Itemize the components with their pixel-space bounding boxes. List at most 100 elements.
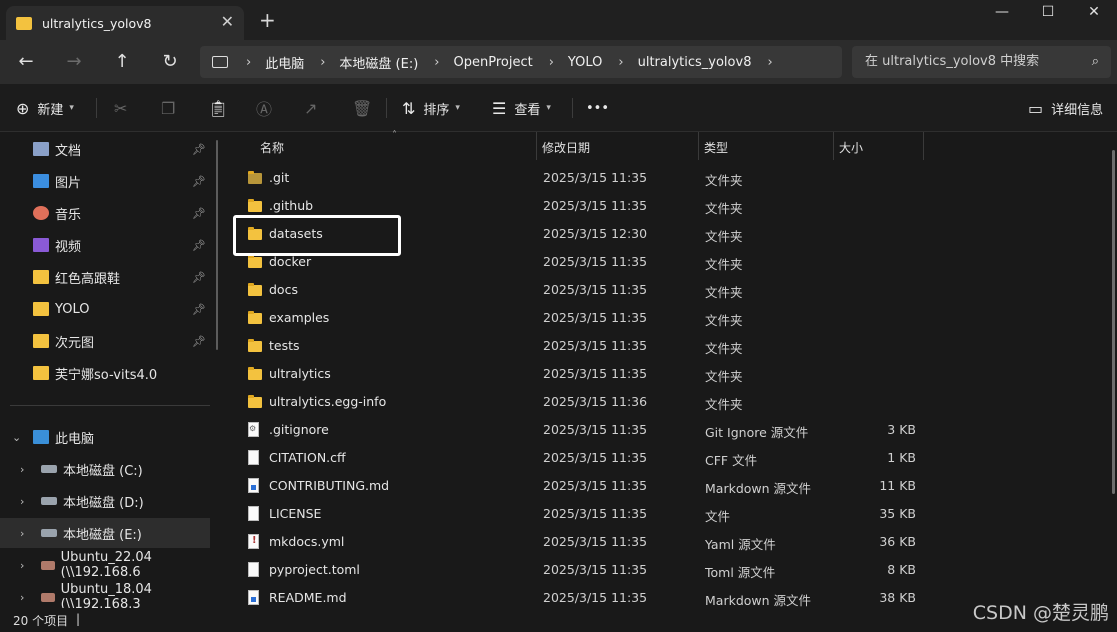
sidebar-scrollbar[interactable] [216, 140, 218, 350]
cut-button[interactable]: ✂ [114, 94, 135, 122]
drive-icon [41, 497, 57, 505]
column-modified[interactable]: 修改日期 [542, 139, 590, 156]
file-row[interactable]: pyproject.toml 2025/3/15 11:35 Toml 源文件 8 K… [230, 556, 1100, 584]
file-icon [248, 534, 262, 550]
file-list-scrollbar[interactable] [1112, 150, 1115, 494]
sidebar-item-videos[interactable]: 视频 📌︎ [0, 230, 210, 260]
file-row[interactable]: .git 2025/3/15 11:35 文件夹 [230, 164, 1100, 192]
breadcrumb-openproject[interactable]: OpenProject [454, 55, 533, 70]
file-size: 35 KB [879, 506, 916, 521]
column-type[interactable]: 类型 [704, 139, 728, 156]
breadcrumb-drive-e[interactable]: 本地磁盘 (E:) [339, 53, 418, 72]
new-button[interactable]: ⊕ 新建 ▾ [16, 94, 74, 122]
copy-button[interactable]: ❐ [161, 94, 183, 122]
sidebar-item-red-heels[interactable]: 红色高跟鞋 📌︎ [0, 262, 210, 292]
file-name: mkdocs.yml [269, 534, 345, 549]
share-button[interactable]: ↗ [304, 94, 325, 122]
file-name: CITATION.cff [269, 450, 346, 465]
sidebar-item-music[interactable]: 音乐 📌︎ [0, 198, 210, 228]
chevron-right-icon[interactable]: › [20, 495, 24, 508]
rename-button[interactable]: Ⓐ [256, 94, 280, 122]
drive-icon [41, 465, 57, 473]
pin-icon[interactable]: 📌︎ [192, 335, 206, 348]
sidebar-item-this-pc[interactable]: ⌄ 此电脑 [0, 422, 210, 452]
file-date: 2025/3/15 11:35 [543, 422, 648, 437]
file-row[interactable]: docs 2025/3/15 11:35 文件夹 [230, 276, 1100, 304]
sidebar-item-label: 红色高跟鞋 [55, 271, 121, 287]
breadcrumb-yolo[interactable]: YOLO [568, 55, 602, 70]
folder-icon [248, 338, 262, 354]
paste-button[interactable]: 📋︎ [208, 94, 236, 122]
sidebar-item-drive-d[interactable]: › 本地磁盘 (D:) [0, 486, 210, 516]
column-name[interactable]: 名称 [260, 139, 284, 156]
details-pane-button[interactable]: ▭ 详细信息 [1028, 94, 1103, 122]
chevron-right-icon[interactable]: › [767, 55, 772, 70]
maximize-button[interactable]: ☐ [1025, 0, 1071, 26]
sidebar-item-label: 文档 [55, 143, 82, 159]
file-type: CFF 文件 [705, 453, 758, 468]
file-type: Git Ignore 源文件 [705, 425, 809, 440]
chevron-down-icon[interactable]: ⌄ [12, 431, 21, 444]
pin-icon[interactable]: 📌︎ [192, 239, 206, 252]
file-row[interactable]: examples 2025/3/15 11:35 文件夹 [230, 304, 1100, 332]
minimize-button[interactable]: — [979, 0, 1025, 26]
sidebar-item-documents[interactable]: 文档 📌︎ [0, 134, 210, 164]
column-size[interactable]: 大小 [839, 139, 863, 156]
new-label: 新建 [37, 102, 64, 118]
sidebar-item-drive-e[interactable]: › 本地磁盘 (E:) [0, 518, 210, 548]
search-input[interactable]: 在 ultralytics_yolov8 中搜索 ⌕ [852, 46, 1111, 78]
refresh-button[interactable]: ↻ [156, 48, 184, 76]
sidebar-item-label: 次元图 [55, 335, 95, 351]
address-bar[interactable]: › 此电脑 › 本地磁盘 (E:) › OpenProject › YOLO ›… [200, 46, 842, 78]
file-icon [248, 590, 262, 606]
pin-icon[interactable]: 📌︎ [192, 175, 206, 188]
breadcrumb-this-pc[interactable]: 此电脑 [265, 53, 304, 72]
folder-icon [248, 310, 262, 326]
chevron-right-icon[interactable]: › [20, 559, 24, 572]
more-options-button[interactable]: ••• [586, 94, 609, 122]
item-count: 20 个项目 [13, 614, 69, 628]
chevron-right-icon[interactable]: › [20, 527, 24, 540]
file-row[interactable]: ultralytics.egg-info 2025/3/15 11:36 文件夹 [230, 388, 1100, 416]
tab-close-icon[interactable]: ✕ [221, 12, 234, 31]
close-window-button[interactable]: ✕ [1071, 0, 1117, 26]
file-type: 文件夹 [705, 229, 743, 244]
view-button[interactable]: ☰ 查看 ▾ [492, 94, 551, 122]
file-row[interactable]: ultralytics 2025/3/15 11:35 文件夹 [230, 360, 1100, 388]
pin-icon[interactable]: 📌︎ [192, 271, 206, 284]
pin-icon[interactable]: 📌︎ [192, 303, 206, 316]
sidebar-item-furina[interactable]: 芙宁娜so-vits4.0 [0, 358, 210, 388]
sidebar-item-drive-c[interactable]: › 本地磁盘 (C:) [0, 454, 210, 484]
back-button[interactable]: ← [12, 48, 40, 76]
pin-icon[interactable]: 📌︎ [192, 207, 206, 220]
forward-button[interactable]: → [60, 48, 88, 76]
file-row[interactable]: CONTRIBUTING.md 2025/3/15 11:35 Markdown 源… [230, 472, 1100, 500]
sidebar-item-pictures[interactable]: 图片 📌︎ [0, 166, 210, 196]
file-name: tests [269, 338, 300, 353]
chevron-down-icon: ▾ [69, 103, 74, 113]
tab-ultralytics-yolov8[interactable]: ultralytics_yolov8 ✕ [6, 6, 244, 40]
sidebar-item-label: 视频 [55, 239, 82, 255]
sort-button[interactable]: ⇅ 排序 ▾ [402, 94, 460, 122]
file-date: 2025/3/15 11:36 [543, 394, 648, 409]
computer-icon [212, 56, 228, 68]
file-row[interactable]: tests 2025/3/15 11:35 文件夹 [230, 332, 1100, 360]
breadcrumb-ultralytics-yolov8[interactable]: ultralytics_yolov8 [638, 55, 752, 70]
sidebar-item-ciyuantu[interactable]: 次元图 📌︎ [0, 326, 210, 356]
network-drive-icon [41, 592, 55, 602]
new-tab-button[interactable]: + [259, 8, 276, 32]
file-name: ultralytics [269, 366, 331, 381]
file-row[interactable]: .gitignore 2025/3/15 11:35 Git Ignore 源文件 3… [230, 416, 1100, 444]
file-row[interactable]: LICENSE 2025/3/15 11:35 文件 35 KB [230, 500, 1100, 528]
sidebar-item-ubuntu-22[interactable]: › Ubuntu_22.04 (\\192.168.6 [0, 550, 210, 580]
file-name: ultralytics.egg-info [269, 394, 387, 409]
scissors-icon: ✂ [114, 98, 128, 118]
pin-icon[interactable]: 📌︎ [192, 143, 206, 156]
chevron-right-icon[interactable]: › [20, 463, 24, 476]
file-row[interactable]: mkdocs.yml 2025/3/15 11:35 Yaml 源文件 36 KB [230, 528, 1100, 556]
chevron-right-icon[interactable]: › [20, 591, 24, 604]
file-row[interactable]: CITATION.cff 2025/3/15 11:35 CFF 文件 1 KB [230, 444, 1100, 472]
sidebar-item-yolo[interactable]: YOLO 📌︎ [0, 294, 210, 324]
up-button[interactable]: ↑ [108, 48, 136, 76]
delete-button[interactable]: 🗑︎ [352, 94, 380, 122]
